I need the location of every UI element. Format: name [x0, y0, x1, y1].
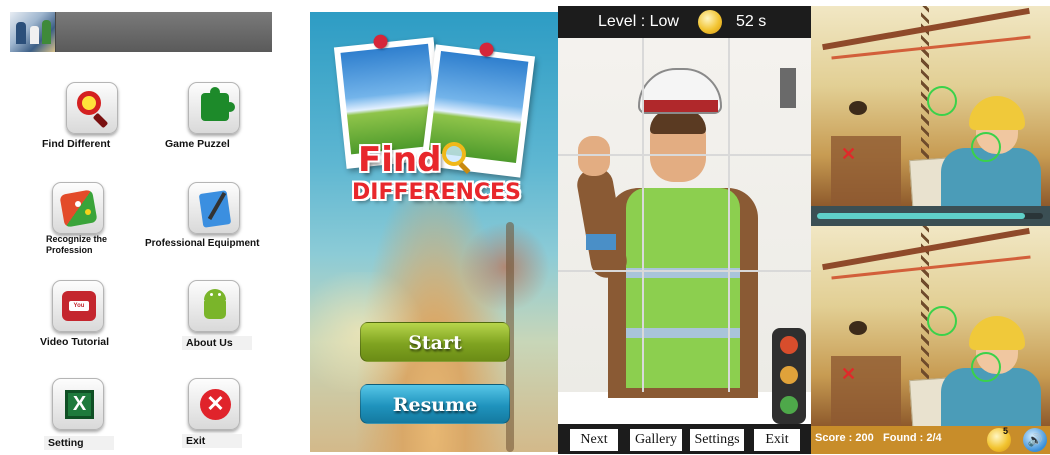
menu-item-about-us[interactable]: About Us: [180, 280, 300, 358]
grid-line: [728, 38, 730, 392]
found-marker: [971, 352, 1001, 382]
wrong-mark-icon: ✕: [841, 144, 857, 164]
grid-line: [642, 38, 644, 392]
spot-differences-screen: ✕ ✕ Score : 200 Found : 2/4 5 🔊: [811, 6, 1050, 454]
puzzle-icon[interactable]: [188, 82, 240, 134]
screenshot-collage: Find Different Game Puzzel Recognize the…: [0, 0, 1050, 455]
puzzle-status-bar: Level : Low 52 s: [558, 6, 811, 38]
excel-icon[interactable]: X: [52, 378, 104, 430]
menu-item-label: Video Tutorial: [40, 336, 110, 348]
menu-item-label: About Us: [182, 336, 252, 350]
traffic-light: [772, 328, 806, 424]
menu-item-label: Recognize the Profession: [46, 234, 108, 255]
score-text: Score : 200: [815, 432, 874, 444]
scene-modified[interactable]: ✕: [811, 226, 1050, 426]
hint-count: 5: [1003, 426, 1009, 436]
timer: 52 s: [736, 13, 767, 30]
menu-item-setting[interactable]: X Setting: [44, 378, 170, 455]
game-title-line2: DIFFERENCES: [352, 180, 521, 205]
settings-button[interactable]: Settings: [690, 429, 744, 451]
youtube-icon[interactable]: You Tube: [52, 280, 104, 332]
scene-original[interactable]: ✕: [811, 6, 1050, 206]
close-icon[interactable]: ✕: [188, 378, 240, 430]
menu-item-video-tutorial[interactable]: You Tube Video Tutorial: [40, 280, 160, 358]
search-icon[interactable]: [66, 82, 118, 134]
main-menu-screen: Find Different Game Puzzel Recognize the…: [10, 12, 272, 452]
found-marker: [971, 132, 1001, 162]
menu-item-label: Setting: [44, 436, 114, 450]
puzzle-nav-bar: Next Gallery Settings Exit: [558, 424, 811, 454]
title-screen: Find DIFFERENCES Start Resume: [310, 12, 558, 452]
exit-button[interactable]: Exit: [754, 429, 800, 451]
sound-icon[interactable]: 🔊: [1023, 428, 1047, 452]
time-progress-bar: [811, 206, 1050, 226]
next-button[interactable]: Next: [570, 429, 618, 451]
start-button[interactable]: Start: [360, 322, 510, 362]
grid-line: [558, 270, 811, 272]
score-bar: Score : 200 Found : 2/4 5 🔊: [811, 426, 1050, 454]
notepad-icon[interactable]: [188, 182, 240, 234]
menu-item-label: Professional Equipment: [145, 238, 260, 249]
resume-button[interactable]: Resume: [360, 384, 510, 424]
puzzle-board[interactable]: [558, 38, 811, 424]
android-icon[interactable]: [188, 280, 240, 332]
background-bokeh: [460, 222, 550, 312]
found-counter: Found : 2/4: [883, 432, 942, 444]
menu-item-label: Find Different: [42, 138, 111, 150]
menu-item-professional-equipment[interactable]: Professional Equipment: [145, 182, 300, 260]
youtube-logo-text: You Tube: [69, 301, 89, 319]
gallery-button[interactable]: Gallery: [630, 429, 682, 451]
hint-bulb-icon[interactable]: [698, 10, 722, 34]
menu-item-label: Exit: [182, 434, 242, 448]
found-marker: [927, 306, 957, 336]
app-thumbnail: [10, 12, 56, 52]
pushpin-icon: [478, 41, 495, 58]
menu-header-bar: [10, 12, 272, 52]
menu-item-exit[interactable]: ✕ Exit: [180, 378, 300, 455]
menu-item-game-puzzel[interactable]: Game Puzzel: [165, 82, 300, 160]
found-marker: [927, 86, 957, 116]
menu-item-label: Game Puzzel: [165, 138, 230, 150]
menu-item-find-different[interactable]: Find Different: [42, 82, 170, 160]
level-indicator: Level : Low: [598, 13, 679, 30]
grid-line: [558, 154, 811, 156]
dice-icon[interactable]: [52, 182, 104, 234]
wrong-mark-icon: ✕: [841, 364, 857, 384]
progress-fill: [817, 213, 1025, 219]
puzzle-screen: Level : Low 52 s Next Gallery Settings E…: [558, 6, 811, 454]
